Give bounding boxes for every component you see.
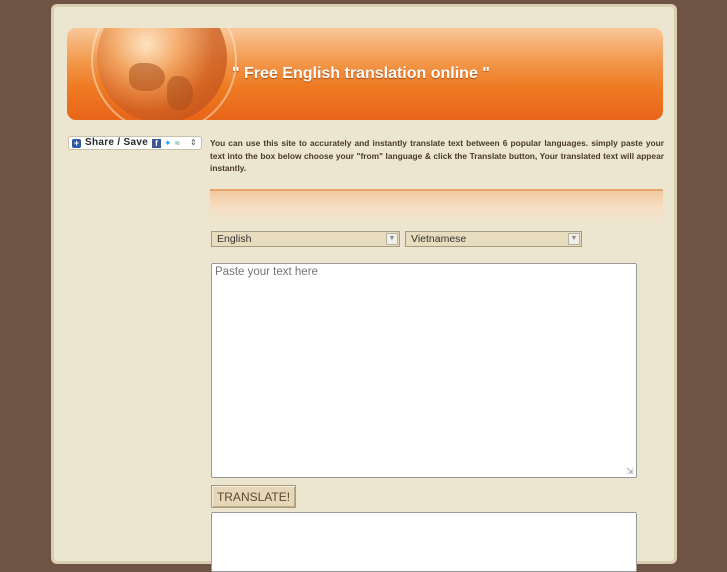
decorative-band (210, 189, 663, 225)
intro-text: You can use this site to accurately and … (210, 138, 664, 173)
to-language-value: Vietnamese (411, 233, 467, 245)
twitter-icon[interactable]: ✦ (164, 138, 172, 149)
translate-button[interactable]: TRANSLATE! (211, 485, 296, 508)
plus-icon: + (72, 138, 81, 148)
content-panel: " Free English translation online " + Sh… (51, 4, 677, 572)
chevron-down-icon[interactable]: ▼ (568, 233, 580, 245)
globe-continent (167, 76, 193, 110)
from-language-select[interactable]: English ▼ (211, 231, 400, 247)
resize-grip-icon[interactable]: ⇲ (626, 467, 635, 476)
dropdown-arrow-icon[interactable]: ⇕ (190, 137, 197, 149)
header-banner: " Free English translation online " (67, 28, 663, 120)
globe-continent (129, 63, 165, 91)
google-icon[interactable]: ≈ (175, 138, 180, 149)
source-text-input[interactable] (211, 263, 637, 478)
share-save-label: Share / Save (85, 137, 149, 148)
translation-output[interactable] (211, 512, 637, 572)
share-save-button[interactable]: + Share / Save f ✦ ≈ ⇕ (68, 136, 202, 150)
chevron-down-icon[interactable]: ▼ (386, 233, 398, 245)
facebook-icon[interactable]: f (152, 139, 161, 148)
page-title: " Free English translation online " (232, 65, 490, 82)
to-language-select[interactable]: Vietnamese ▼ (405, 231, 582, 247)
from-language-value: English (217, 233, 252, 245)
